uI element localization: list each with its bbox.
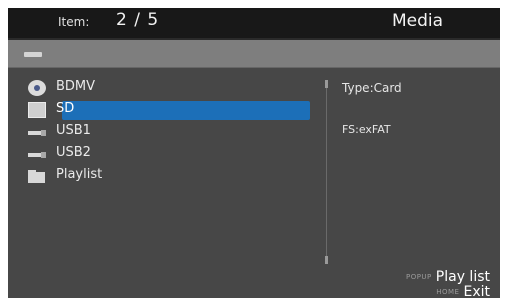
home-hint[interactable]: HOME Exit <box>436 284 490 298</box>
list-item-bdmv[interactable]: BDMV <box>8 78 313 99</box>
footer-hints: POPUP Play list HOME Exit <box>8 269 500 298</box>
breadcrumb <box>8 40 500 68</box>
drive-icon <box>24 52 42 57</box>
list-item-playlist[interactable]: Playlist <box>8 166 313 187</box>
list-item-usb1[interactable]: USB1 <box>8 122 313 143</box>
info-type: Type:Card <box>342 81 402 95</box>
list-item-label: BDMV <box>56 79 96 94</box>
popup-action-label: Play list <box>435 269 490 285</box>
media-screen: Item: 2 / 5 Media BDMV SD USB1 USB2 Play… <box>8 8 500 298</box>
selection-highlight <box>62 101 310 120</box>
list-item-label: SD <box>56 101 75 116</box>
home-key-label: HOME <box>436 288 460 296</box>
list-item-label: USB1 <box>56 123 91 138</box>
popup-hint[interactable]: POPUP Play list <box>405 269 490 285</box>
list-item-usb2[interactable]: USB2 <box>8 144 313 165</box>
usb-icon <box>28 146 46 162</box>
home-action-label: Exit <box>463 284 490 298</box>
header-bar: Item: 2 / 5 Media <box>8 8 500 40</box>
folder-icon <box>28 168 46 184</box>
popup-key-label: POPUP <box>405 273 432 281</box>
sd-card-icon <box>28 102 46 118</box>
item-count: 2 / 5 <box>116 10 160 30</box>
scrollbar-track[interactable] <box>326 80 327 264</box>
usb-icon <box>28 124 46 140</box>
screen-title: Media <box>392 11 444 31</box>
scrollbar-top-cap <box>325 80 328 88</box>
list-item-label: USB2 <box>56 145 91 160</box>
list-item-sd[interactable]: SD <box>8 100 313 121</box>
disc-icon <box>28 80 46 96</box>
scrollbar-bottom-cap <box>325 256 328 264</box>
list-item-label: Playlist <box>56 167 103 182</box>
info-filesystem: FS:exFAT <box>342 123 391 136</box>
item-label: Item: <box>58 15 90 29</box>
